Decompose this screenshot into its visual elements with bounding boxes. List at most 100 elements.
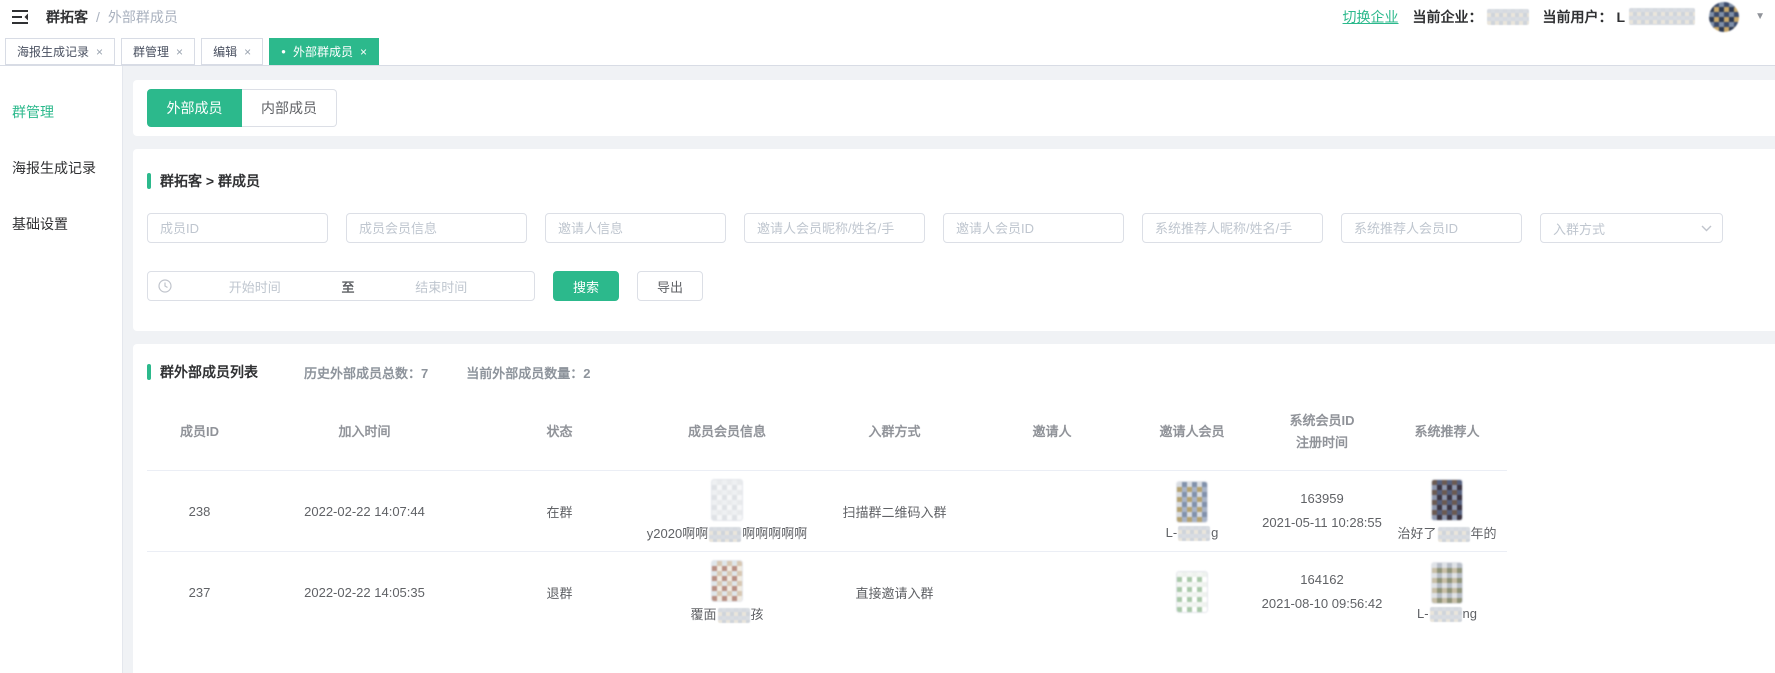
cell-member-id: 238 xyxy=(147,504,252,519)
cell-status: 在群 xyxy=(477,502,642,521)
current-user-value-masked xyxy=(1629,8,1695,25)
recommender-input[interactable] xyxy=(1142,213,1323,243)
search-button[interactable]: 搜索 xyxy=(553,271,619,301)
col-join-time: 加入时间 xyxy=(252,421,477,443)
close-icon[interactable]: × xyxy=(244,45,251,59)
table-row: 237 2022-02-22 14:05:35 退群 覆面孩 直接邀请入群 16… xyxy=(147,551,1507,632)
current-total-value: 2 xyxy=(583,366,590,381)
recommender-avatar xyxy=(1432,563,1462,603)
current-user-label: 当前用户： xyxy=(1543,7,1613,27)
inviter-member-avatar xyxy=(1177,572,1207,612)
col-inviter-member: 邀请人会员 xyxy=(1127,421,1257,443)
list-section-title: 群外部成员列表 xyxy=(147,362,258,382)
cell-member-info: y2020啊啊啊啊啊啊啊 xyxy=(642,480,812,542)
sidebar-item-group-manage[interactable]: 群管理 xyxy=(0,92,122,132)
list-section-title-text: 群外部成员列表 xyxy=(160,362,258,382)
recommender-avatar xyxy=(1432,480,1462,520)
cell-join-time: 2022-02-22 14:05:35 xyxy=(252,585,477,600)
current-company: 当前企业： xyxy=(1413,7,1529,27)
member-list-card: 群外部成员列表 历史外部成员总数：7 当前外部成员数量：2 成员ID 加入时间 … xyxy=(133,344,1775,673)
end-time-placeholder[interactable]: 结束时间 xyxy=(359,277,525,296)
clock-icon xyxy=(158,279,172,293)
tag-tab-label: 海报生成记录 xyxy=(17,43,89,60)
join-method-select-placeholder: 入群方式 xyxy=(1553,219,1605,238)
member-type-tabs: 外部成员 内部成员 xyxy=(147,89,337,127)
date-range-separator: 至 xyxy=(338,277,359,296)
tag-tab-label: 群管理 xyxy=(133,43,169,60)
member-info-input[interactable] xyxy=(346,213,527,243)
table-header-row: 成员ID 加入时间 状态 成员会员信息 入群方式 邀请人 邀请人会员 系统会员I… xyxy=(147,410,1507,470)
system-member-id: 164162 xyxy=(1257,568,1387,593)
filter-section-title-text: 群拓客 > 群成员 xyxy=(160,171,260,191)
col-inviter: 邀请人 xyxy=(977,421,1127,443)
inviter-member-avatar xyxy=(1177,482,1207,522)
breadcrumb: 群拓客 / 外部群成员 xyxy=(46,7,178,27)
export-button[interactable]: 导出 xyxy=(637,271,703,301)
sidebar-item-poster-records[interactable]: 海报生成记录 xyxy=(0,148,122,188)
filter-inputs-row: 入群方式 xyxy=(147,213,1761,243)
menu-fold-icon[interactable] xyxy=(10,6,32,28)
filter-section-title: 群拓客 > 群成员 xyxy=(147,171,1761,191)
tag-tab-group-manage[interactable]: 群管理 × xyxy=(121,38,195,65)
start-time-placeholder[interactable]: 开始时间 xyxy=(172,277,338,296)
list-header: 群外部成员列表 历史外部成员总数：7 当前外部成员数量：2 xyxy=(147,362,1761,382)
tag-tab-poster-records[interactable]: 海报生成记录 × xyxy=(5,38,115,65)
recommender-id-input[interactable] xyxy=(1341,213,1522,243)
breadcrumb-root[interactable]: 群拓客 xyxy=(46,7,88,27)
tab-internal-members[interactable]: 内部成员 xyxy=(242,89,337,127)
masked-text xyxy=(1438,527,1470,542)
cell-inviter-member: L-g xyxy=(1127,482,1257,541)
masked-text xyxy=(709,527,741,542)
sidebar-item-basic-settings[interactable]: 基础设置 xyxy=(0,204,122,244)
tag-tab-edit[interactable]: 编辑 × xyxy=(201,38,263,65)
masked-text xyxy=(1178,526,1210,541)
section-accent-bar xyxy=(147,173,151,189)
avatar[interactable] xyxy=(1709,2,1739,32)
close-icon[interactable]: × xyxy=(176,45,183,59)
close-icon[interactable]: × xyxy=(360,45,367,59)
cell-system-member-id: 164162 2021-08-10 09:56:42 xyxy=(1257,568,1387,617)
current-user: 当前用户： L xyxy=(1543,7,1696,27)
inviter-member-input[interactable] xyxy=(744,213,925,243)
tag-tab-bar: 海报生成记录 × 群管理 × 编辑 × ● 外部群成员 × xyxy=(0,33,1775,66)
members-table: 成员ID 加入时间 状态 成员会员信息 入群方式 邀请人 邀请人会员 系统会员I… xyxy=(147,410,1507,632)
close-icon[interactable]: × xyxy=(96,45,103,59)
date-range-picker[interactable]: 开始时间 至 结束时间 xyxy=(147,271,535,301)
col-member-info: 成员会员信息 xyxy=(642,421,812,443)
tab-external-members[interactable]: 外部成员 xyxy=(147,89,242,127)
sidebar: 群管理 海报生成记录 基础设置 xyxy=(0,66,123,673)
current-company-value-masked xyxy=(1487,9,1529,25)
member-avatar xyxy=(712,480,742,520)
caret-down-icon[interactable]: ▼ xyxy=(1755,11,1765,22)
cell-system-member-id: 163959 2021-05-11 10:28:55 xyxy=(1257,487,1387,536)
breadcrumb-separator: / xyxy=(96,9,100,25)
cell-join-method: 直接邀请入群 xyxy=(812,583,977,602)
register-time: 2021-05-11 10:28:55 xyxy=(1257,511,1387,536)
chevron-down-icon xyxy=(1701,225,1712,232)
inviter-member-id-input[interactable] xyxy=(943,213,1124,243)
col-member-id: 成员ID xyxy=(147,421,252,443)
col-status: 状态 xyxy=(477,421,642,443)
table-row: 238 2022-02-22 14:07:44 在群 y2020啊啊啊啊啊啊啊 … xyxy=(147,470,1507,551)
switch-company-link[interactable]: 切换企业 xyxy=(1343,7,1399,27)
inviter-info-input[interactable] xyxy=(545,213,726,243)
content-area: 外部成员 内部成员 群拓客 > 群成员 入群方式 xyxy=(123,66,1775,673)
tag-tab-external-members[interactable]: ● 外部群成员 × xyxy=(269,38,379,65)
register-time: 2021-08-10 09:56:42 xyxy=(1257,592,1387,617)
section-accent-bar xyxy=(147,364,151,380)
col-recommender: 系统推荐人 xyxy=(1387,421,1507,443)
system-member-id: 163959 xyxy=(1257,487,1387,512)
dot-icon: ● xyxy=(281,48,286,56)
masked-text xyxy=(718,608,750,623)
current-company-label: 当前企业： xyxy=(1413,7,1483,27)
cell-member-id: 237 xyxy=(147,585,252,600)
member-id-input[interactable] xyxy=(147,213,328,243)
tag-tab-label: 外部群成员 xyxy=(293,43,353,60)
cell-member-info: 覆面孩 xyxy=(642,561,812,623)
cell-inviter-member xyxy=(1127,572,1257,612)
join-method-select[interactable]: 入群方式 xyxy=(1540,213,1723,243)
col-join-method: 入群方式 xyxy=(812,421,977,443)
masked-text xyxy=(1430,607,1462,622)
list-stats: 历史外部成员总数：7 当前外部成员数量：2 xyxy=(304,363,591,382)
member-avatar xyxy=(712,561,742,601)
